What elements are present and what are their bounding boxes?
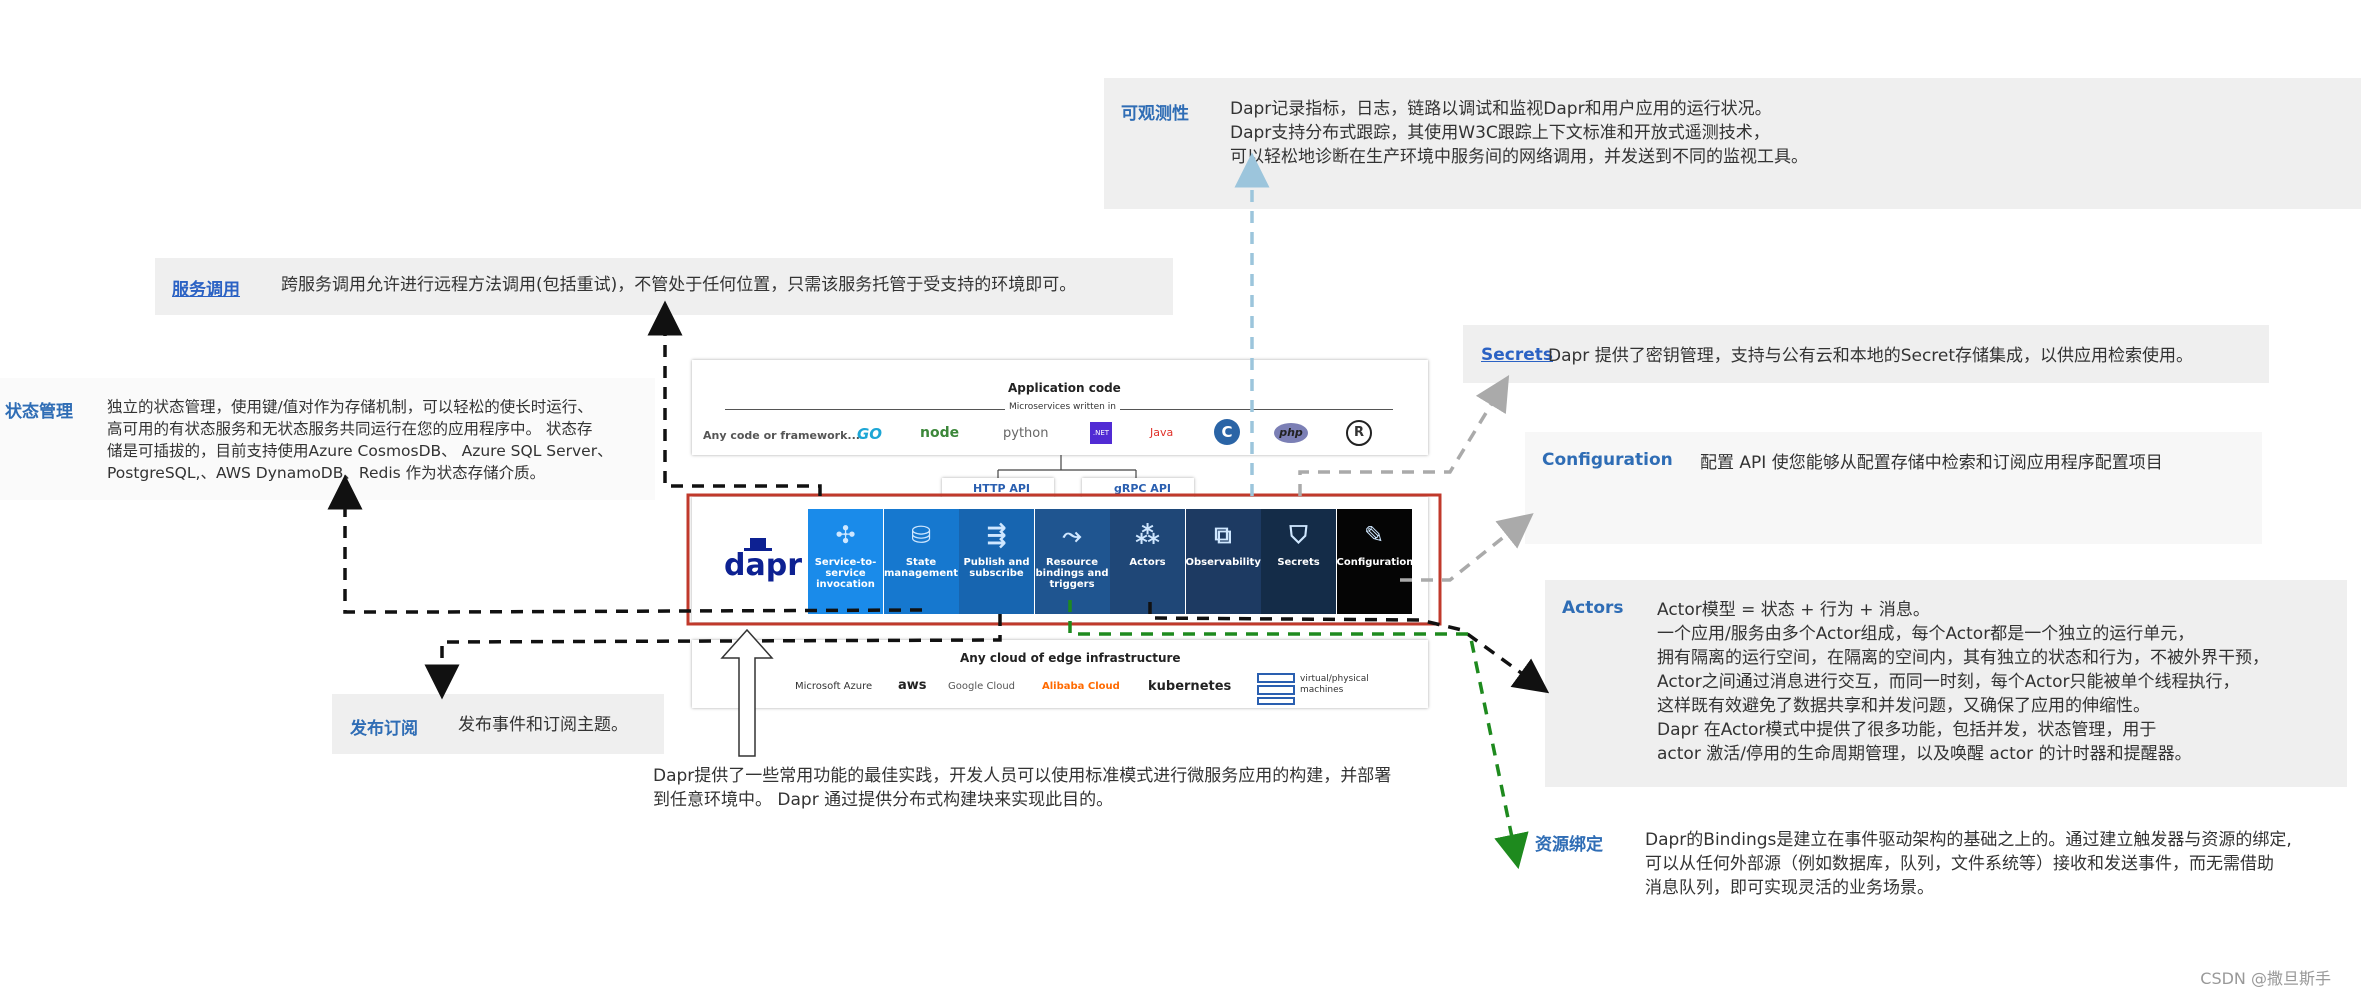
- bindings-arrow: [1068, 600, 1529, 870]
- arrows-overlay: [327, 152, 1550, 870]
- service-invocation-arrow: [647, 300, 822, 496]
- configuration-arrow: [1400, 513, 1534, 582]
- caption-hollow-arrow: [720, 628, 774, 757]
- watermark: CSDN @撒旦斯手: [2200, 969, 2331, 988]
- runtime-highlight-frame: [686, 493, 1442, 626]
- vm-icon: [1257, 673, 1295, 705]
- secrets-arrow: [1298, 375, 1510, 496]
- state-management-arrow: [327, 474, 923, 614]
